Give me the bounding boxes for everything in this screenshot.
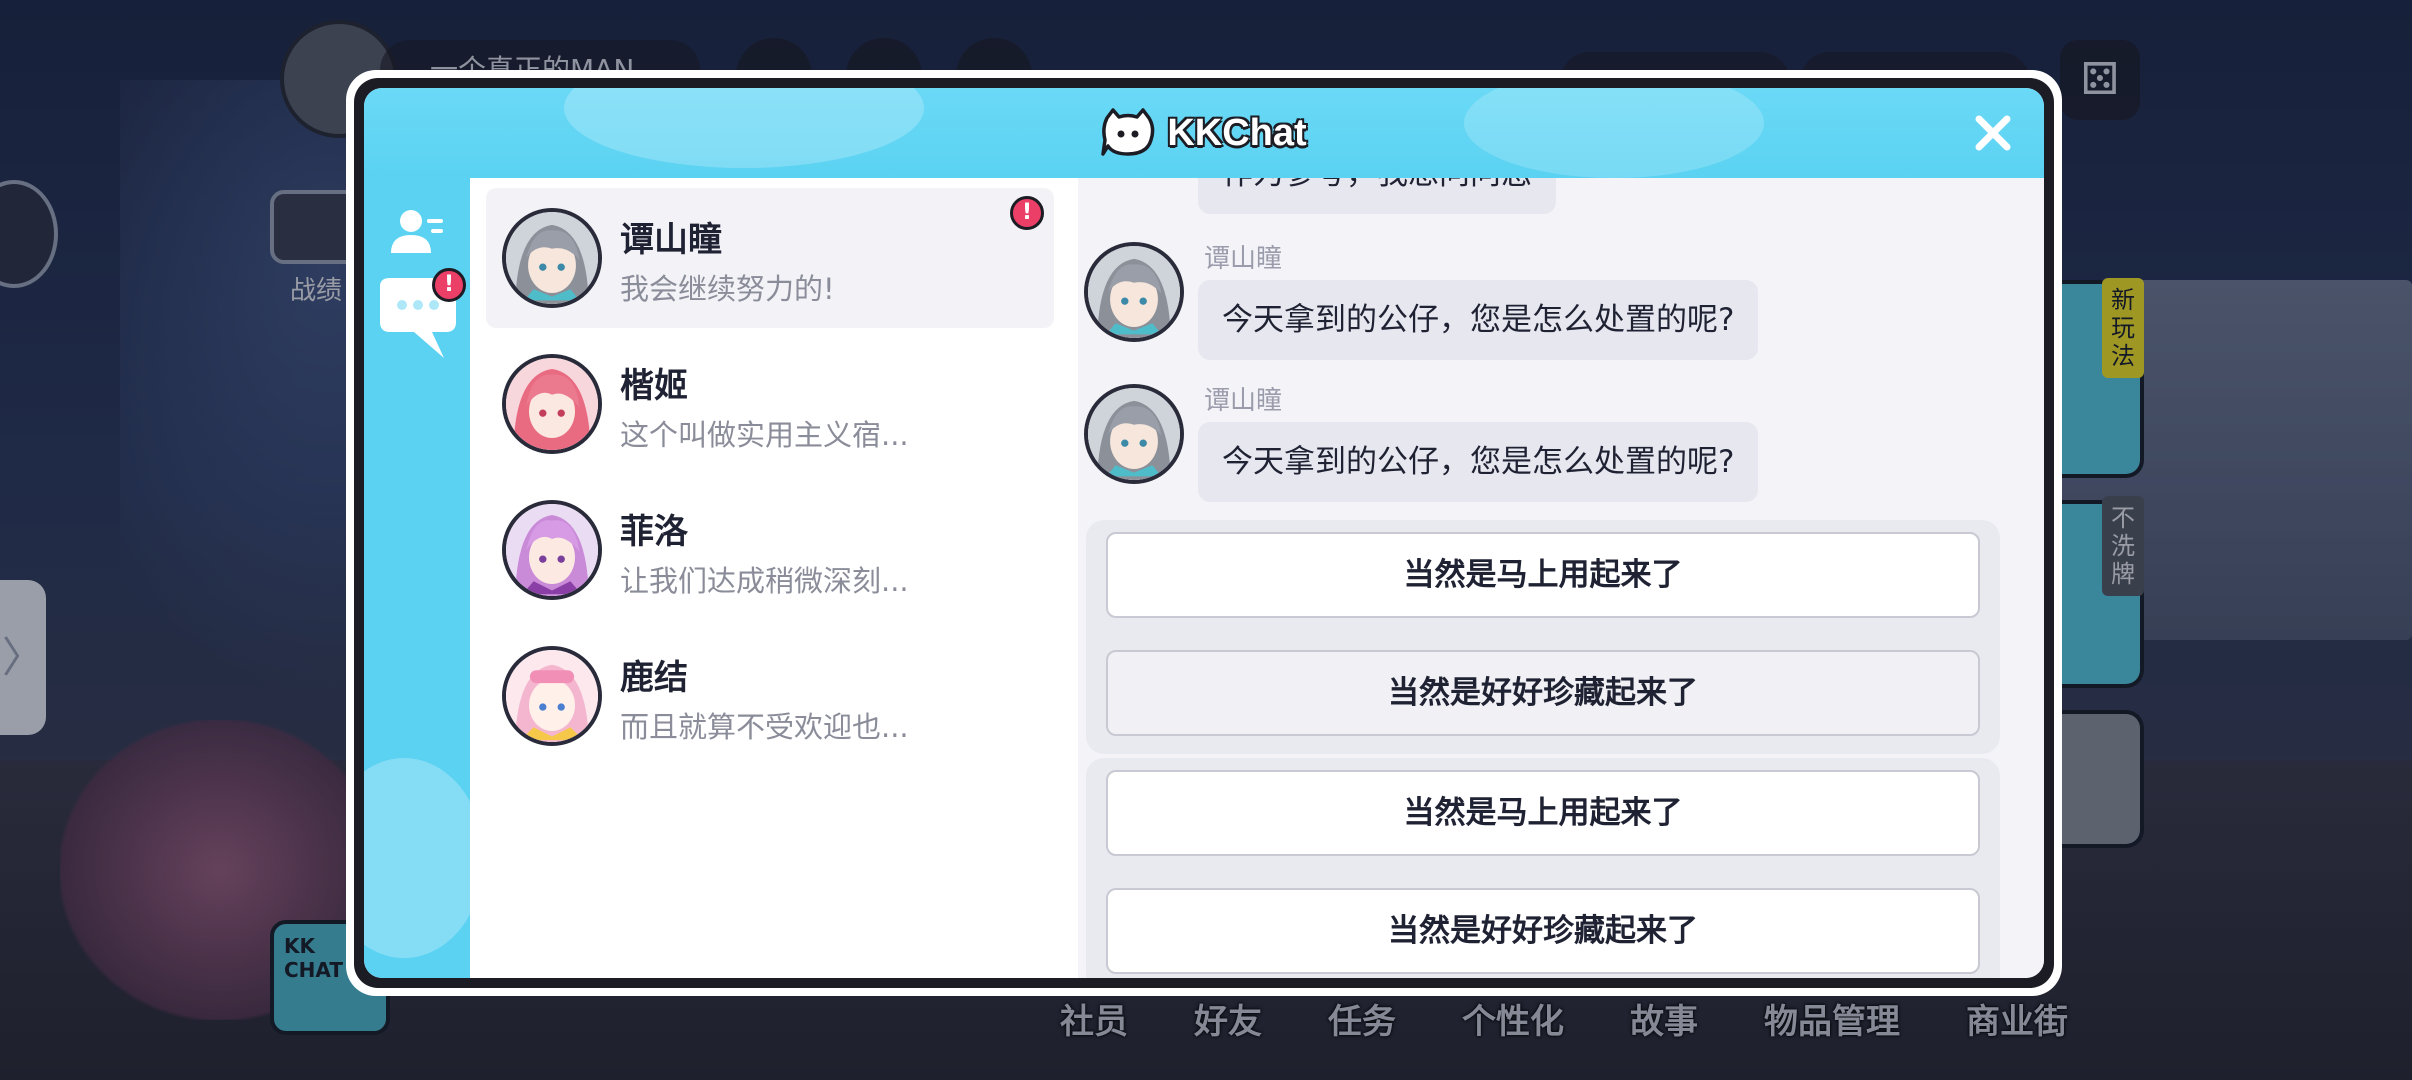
kkchat-dialog: KKChat ! 谭山瞳 我会继续努力的! ! 楷姬 这个叫做实用主义宿... … [346, 70, 2062, 996]
rail-cloud [364, 758, 484, 958]
dialog-header: KKChat [364, 88, 2044, 178]
message-bubble: 今天拿到的公仔，您是怎么处置的呢? [1198, 280, 1759, 360]
message-sender: 谭山瞳 [1204, 386, 1283, 416]
contact-avatar [502, 208, 602, 308]
message-avatar [1084, 384, 1184, 484]
contact-preview: 这个叫做实用主义宿... [620, 418, 909, 452]
kkchat-logo-icon [1101, 108, 1155, 158]
contact-preview: 我会继续努力的! [620, 272, 835, 306]
reply-option-use-now[interactable]: 当然是马上用起来了 [1106, 532, 1980, 618]
header-cloud [564, 88, 924, 168]
contact-avatar [502, 354, 602, 454]
chats-tab[interactable]: ! [370, 268, 466, 364]
contact-list: 谭山瞳 我会继续努力的! ! 楷姬 这个叫做实用主义宿... 菲洛 让我们达成稍… [470, 178, 1078, 978]
close-button[interactable] [1968, 108, 2018, 158]
contact-avatar [502, 500, 602, 600]
message-bubble: 今天拿到的公仔，您是怎么处置的呢? [1198, 422, 1759, 502]
contact-item[interactable]: 鹿结 而且就算不受欢迎也... [486, 626, 1054, 766]
contact-item[interactable]: 楷姬 这个叫做实用主义宿... [486, 334, 1054, 474]
reply-option-treasure[interactable]: 当然是好好珍藏起来了 [1106, 888, 1980, 974]
chat-panel: 作为参考，我想问问您 谭山瞳 今天拿到的公仔， [1078, 178, 2044, 978]
side-rail: ! [364, 178, 484, 978]
reply-option-treasure[interactable]: 当然是好好珍藏起来了 [1106, 650, 1980, 736]
contact-preview: 而且就算不受欢迎也... [620, 710, 909, 744]
contact-name: 谭山瞳 [620, 220, 722, 260]
contact-preview: 让我们达成稍微深刻... [620, 564, 909, 598]
contact-item[interactable]: 谭山瞳 我会继续努力的! ! [486, 188, 1054, 328]
contacts-icon [391, 210, 443, 253]
dialog-body: KKChat ! 谭山瞳 我会继续努力的! ! 楷姬 这个叫做实用主义宿... … [364, 88, 2044, 978]
dialog-frame: KKChat ! 谭山瞳 我会继续努力的! ! 楷姬 这个叫做实用主义宿... … [354, 78, 2054, 988]
title-group: KKChat [1101, 108, 1308, 158]
reply-options-group: 当然是马上用起来了 当然是好好珍藏起来了 [1086, 758, 2000, 978]
contact-name: 楷姬 [620, 366, 688, 406]
header-cloud [1464, 88, 1764, 178]
reply-options-group: 当然是马上用起来了 当然是好好珍藏起来了 [1086, 520, 2000, 754]
contact-item[interactable]: 菲洛 让我们达成稍微深刻... [486, 480, 1054, 620]
contacts-tab[interactable] [378, 194, 456, 272]
close-icon [1975, 115, 2011, 151]
contact-name: 鹿结 [620, 658, 688, 698]
contact-name: 菲洛 [620, 512, 688, 552]
contact-avatar [502, 646, 602, 746]
message-avatar [1084, 242, 1184, 342]
reply-option-use-now[interactable]: 当然是马上用起来了 [1106, 770, 1980, 856]
message-bubble: 作为参考，我想问问您 [1198, 178, 1556, 214]
chats-alert-badge: ! [432, 268, 466, 302]
message-sender: 谭山瞳 [1204, 244, 1283, 274]
unread-alert-badge: ! [1010, 196, 1044, 230]
dialog-title: KKChat [1166, 111, 1307, 155]
